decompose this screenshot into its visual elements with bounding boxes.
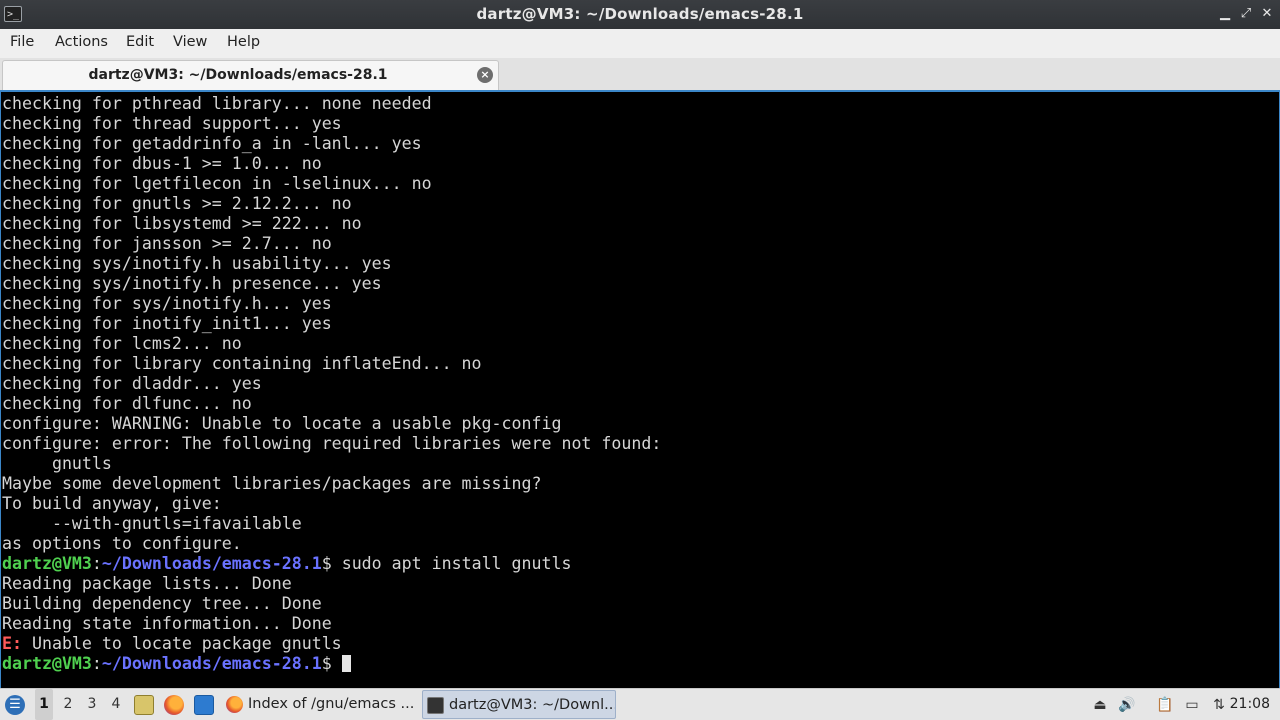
task-firefox[interactable]: Index of /gnu/emacs ... — [222, 690, 414, 719]
tab-bar: dartz@VM3: ~/Downloads/emacs-28.1 × — [0, 58, 1280, 90]
window-titlebar[interactable]: >_ dartz@VM3: ~/Downloads/emacs-28.1 ▁ ⤢… — [0, 0, 1280, 29]
tab-label: dartz@VM3: ~/Downloads/emacs-28.1 — [88, 67, 388, 83]
terminal-line: checking sys/inotify.h usability... yes — [2, 254, 392, 273]
error-line: E: Unable to locate package gnutls — [2, 634, 661, 654]
tab-terminal[interactable]: dartz@VM3: ~/Downloads/emacs-28.1 × — [2, 60, 499, 90]
window-title: dartz@VM3: ~/Downloads/emacs-28.1 — [476, 5, 804, 23]
text-cursor — [341, 655, 351, 672]
workspace-1[interactable]: 1 — [35, 689, 53, 720]
terminal-line: checking for gnutls >= 2.12.2... no — [2, 194, 352, 213]
prompt-dollar: $ — [321, 654, 342, 673]
workspace-4[interactable]: 4 — [107, 689, 125, 720]
menu-help[interactable]: Help — [227, 34, 260, 50]
terminal-line: checking for sys/inotify.h... yes — [2, 294, 332, 313]
terminal-line: --with-gnutls=ifavailable — [2, 514, 302, 533]
terminal-line: checking for library containing inflateE… — [2, 354, 482, 373]
menu-actions[interactable]: Actions — [55, 34, 108, 50]
configure-output: checking for pthread library... none nee… — [2, 94, 661, 554]
show-desktop-icon[interactable] — [194, 695, 214, 715]
file-manager-icon[interactable] — [134, 695, 154, 715]
prompt-path: ~/Downloads/emacs-28.1 — [101, 554, 322, 573]
prompt-user: dartz@VM3 — [2, 554, 92, 573]
workspace-3[interactable]: 3 — [83, 689, 101, 720]
terminal-line: checking for dlfunc... no — [2, 394, 252, 413]
prompt-line-2: dartz@VM3:~/Downloads/emacs-28.1$ — [2, 654, 661, 674]
minimize-icon[interactable]: ▁ — [1216, 5, 1234, 23]
menu-file[interactable]: File — [10, 34, 34, 50]
task-label: Index of /gnu/emacs ... — [248, 696, 414, 712]
terminal-line: as options to configure. — [2, 534, 242, 553]
volume-icon[interactable]: 🔊 — [1118, 696, 1136, 714]
notification-icon[interactable]: ⏏ — [1091, 696, 1109, 714]
start-menu-icon[interactable]: ☰ — [5, 695, 25, 715]
clock[interactable]: 21:08 — [1230, 689, 1270, 720]
prompt-line-1: dartz@VM3:~/Downloads/emacs-28.1$ sudo a… — [2, 554, 661, 574]
terminal-line: checking for jansson >= 2.7... no — [2, 234, 332, 253]
terminal-line: checking for dladdr... yes — [2, 374, 262, 393]
terminal-line: checking for libsystemd >= 222... no — [2, 214, 362, 233]
terminal-line: configure: error: The following required… — [2, 434, 662, 453]
prompt-separator: : — [91, 554, 102, 573]
maximize-icon[interactable]: ⤢ — [1237, 5, 1255, 23]
error-prefix: E: — [2, 634, 22, 653]
terminal-line: Reading state information... Done — [2, 614, 332, 633]
workspace-2[interactable]: 2 — [59, 689, 77, 720]
taskbar: ☰ 1 2 3 4 Index of /gnu/emacs ... dartz@… — [0, 688, 1280, 720]
menu-view[interactable]: View — [173, 34, 207, 50]
terminal-line: checking for dbus-1 >= 1.0... no — [2, 154, 322, 173]
close-icon[interactable]: ✕ — [1258, 5, 1276, 23]
terminal-line: checking sys/inotify.h presence... yes — [2, 274, 382, 293]
terminal-line: checking for getaddrinfo_a in -lanl... y… — [2, 134, 422, 153]
terminal-line: checking for thread support... yes — [2, 114, 342, 133]
task-terminal[interactable]: dartz@VM3: ~/Downl... — [422, 690, 616, 719]
terminal-line: checking for inotify_init1... yes — [2, 314, 332, 333]
terminal-line: gnutls — [2, 454, 112, 473]
terminal-line: Maybe some development libraries/package… — [2, 474, 542, 493]
terminal-icon — [427, 697, 444, 714]
terminal-line: To build anyway, give: — [2, 494, 222, 513]
terminal-view[interactable]: checking for pthread library... none nee… — [0, 90, 1280, 688]
error-message: Unable to locate package gnutls — [21, 634, 342, 653]
menu-bar: File Actions Edit View Help — [0, 29, 1280, 59]
display-icon[interactable]: ▭ — [1183, 696, 1201, 714]
terminal-line: checking for lgetfilecon in -lselinux...… — [2, 174, 432, 193]
prompt-dollar: $ — [321, 554, 342, 573]
terminal-line: checking for pthread library... none nee… — [2, 94, 432, 113]
network-icon[interactable]: ⇅ — [1210, 696, 1228, 714]
terminal-output: checking for pthread library... none nee… — [2, 94, 661, 674]
command-text: sudo apt install gnutls — [341, 554, 572, 573]
tab-close-icon[interactable]: × — [477, 67, 493, 83]
prompt-separator: : — [91, 654, 102, 673]
terminal-line: Reading package lists... Done — [2, 574, 292, 593]
terminal-line: Building dependency tree... Done — [2, 594, 322, 613]
prompt-user: dartz@VM3 — [2, 654, 92, 673]
apt-output: Reading package lists... Done Building de… — [2, 574, 661, 634]
terminal-line: checking for lcms2... no — [2, 334, 242, 353]
clipboard-icon[interactable]: 📋 — [1156, 696, 1174, 714]
task-label: dartz@VM3: ~/Downl... — [449, 697, 616, 713]
prompt-path: ~/Downloads/emacs-28.1 — [101, 654, 322, 673]
menu-edit[interactable]: Edit — [126, 34, 154, 50]
firefox-icon — [226, 696, 243, 713]
firefox-icon[interactable] — [164, 695, 184, 715]
terminal-line: configure: WARNING: Unable to locate a u… — [2, 414, 562, 433]
